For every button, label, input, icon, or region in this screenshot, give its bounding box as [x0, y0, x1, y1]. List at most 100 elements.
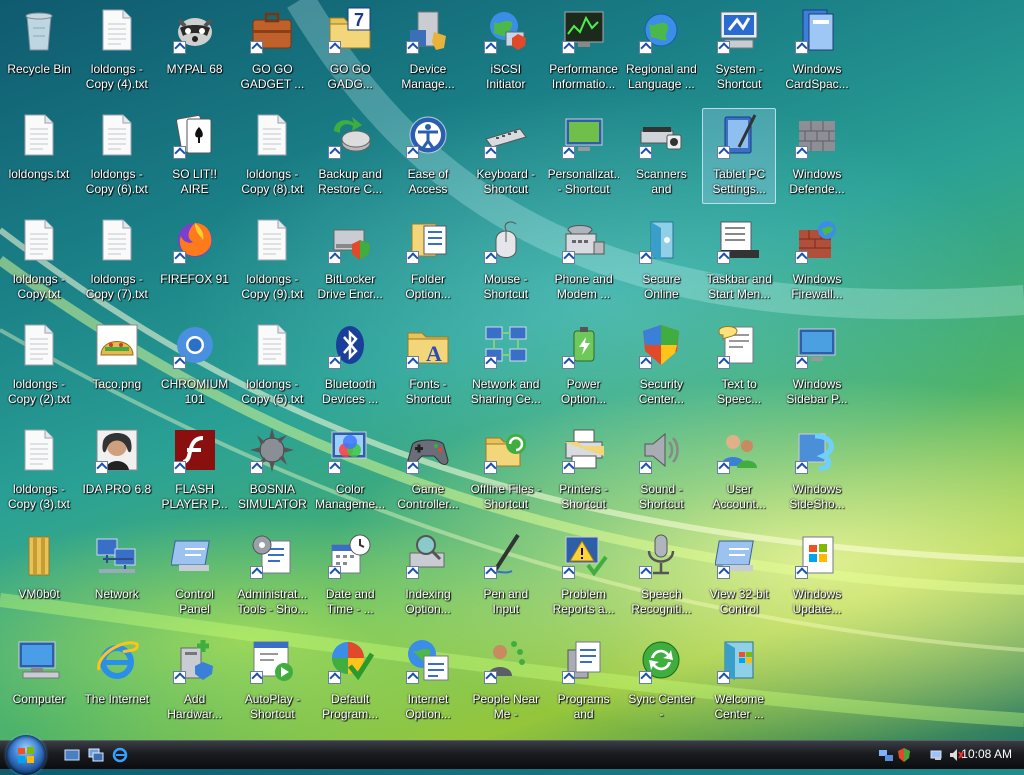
desktop-icon[interactable]: Taco.png [80, 318, 154, 414]
shortcut-arrow-icon [561, 251, 575, 264]
desktop-icon[interactable]: Recycle Bin [2, 3, 76, 99]
desktop-icon[interactable]: loldongs.txt [2, 108, 76, 204]
desktop-icon[interactable]: Problem Reports a... [547, 528, 621, 624]
desktop-icon[interactable]: Control Panel [158, 528, 232, 624]
security-tray-icon[interactable] [896, 747, 912, 763]
desktop-icon[interactable]: Welcome Center ... [702, 633, 776, 729]
desktop[interactable]: Recycle Bin loldongs - Copy (4).txt MYPAL … [0, 0, 1024, 740]
desktop-icon[interactable]: BitLocker Drive Encr... [313, 213, 387, 309]
desktop-icon[interactable]: loldongs - Copy (6).txt [80, 108, 154, 204]
network-tray-icon[interactable] [878, 747, 894, 763]
desktop-icon[interactable]: Windows Defende... [780, 108, 854, 204]
desktop-icon[interactable]: View 32-bit Control Pan... [702, 528, 776, 624]
desktop-icon[interactable]: Power Option... [547, 318, 621, 414]
desktop-icon[interactable]: Sound - Shortcut [624, 423, 698, 519]
desktop-icon[interactable]: Scanners and Cameras - ... [624, 108, 698, 204]
desktop-icon[interactable]: Pen and Input Devices - Sh... [469, 528, 543, 624]
desktop-icon[interactable]: Ease of Access Cent... [391, 108, 465, 204]
desktop-icon[interactable]: Personalizat... - Shortcut [547, 108, 621, 204]
desktop-icon[interactable]: loldongs - Copy.txt [2, 213, 76, 309]
desktop-icon[interactable]: Computer [2, 633, 76, 729]
desktop-icon[interactable]: loldongs - Copy (5).txt [235, 318, 309, 414]
desktop-icon[interactable]: Default Program... [313, 633, 387, 729]
desktop-icon[interactable]: Security Center... [624, 318, 698, 414]
desktop-icon[interactable]: 7 GO GO GADG... [313, 3, 387, 99]
desktop-icon[interactable]: FLASH PLAYER P... [158, 423, 232, 519]
chromium-icon [171, 321, 219, 369]
start-button[interactable] [6, 735, 46, 775]
desktop-icon[interactable]: Windows CardSpac... [780, 3, 854, 99]
desktop-icon[interactable]: AutoPlay - Shortcut [235, 633, 309, 729]
switch-windows-icon[interactable] [88, 747, 104, 763]
desktop-icon[interactable]: Windows Update... [780, 528, 854, 624]
desktop-icon[interactable]: GO GO GADGET ... [235, 3, 309, 99]
desktop-icon-label: Network and Sharing Ce... [470, 377, 541, 406]
shortcut-arrow-icon [717, 461, 731, 474]
desktop-icon[interactable]: loldongs - Copy (7).txt [80, 213, 154, 309]
desktop-icon[interactable]: Add Hardwar... [158, 633, 232, 729]
network-status-icon[interactable] [930, 747, 946, 763]
clock[interactable]: 10:08 AM [961, 747, 1012, 761]
shortcut-arrow-icon [172, 146, 186, 159]
desktop-icon[interactable]: Printers - Shortcut [547, 423, 621, 519]
desktop-icon[interactable]: Programs and Features - S... [547, 633, 621, 729]
desktop-icon[interactable]: Device Manage... [391, 3, 465, 99]
desktop-icon[interactable]: loldongs - Copy (2).txt [2, 318, 76, 414]
desktop-icon[interactable]: Date and Time - ... [313, 528, 387, 624]
desktop-icon[interactable]: Text to Speec... [702, 318, 776, 414]
show-desktop-icon[interactable] [64, 747, 80, 763]
desktop-icon-label: loldongs - Copy.txt [12, 272, 66, 301]
internet-explorer-icon[interactable] [112, 747, 128, 763]
desktop-icon-label: Scanners and Cameras - ... [636, 167, 687, 196]
desktop-icon[interactable]: FIREFOX 91 [158, 213, 232, 309]
desktop-icon[interactable]: Tablet PC Settings... [702, 108, 777, 204]
desktop-icon[interactable]: Color Manageme... [313, 423, 387, 519]
desktop-icon[interactable]: Folder Option... [391, 213, 465, 309]
desktop-icon[interactable]: VM0b0t [2, 528, 76, 624]
desktop-icon[interactable]: Network [80, 528, 154, 624]
desktop-icon[interactable]: Internet Option... [391, 633, 465, 729]
network-sharing-icon [482, 321, 530, 369]
desktop-icon[interactable]: loldongs - Copy (8).txt [235, 108, 309, 204]
desktop-icon[interactable]: The Internet [80, 633, 154, 729]
desktop-icon[interactable]: User Account... [702, 423, 776, 519]
shortcut-arrow-icon [328, 251, 342, 264]
desktop-icon[interactable]: Regional and Language ... [624, 3, 698, 99]
desktop-icon[interactable]: A Fonts - Shortcut [391, 318, 465, 414]
desktop-icon[interactable]: MYPAL 68 [158, 3, 232, 99]
desktop-icon[interactable]: IDA PRO 6.8 [80, 423, 154, 519]
desktop-icon[interactable]: Secure Online Key Backup ... [624, 213, 698, 309]
desktop-icon[interactable]: Sync Center - Shortcut [624, 633, 698, 729]
desktop-icon[interactable]: Keyboard - Shortcut [469, 108, 543, 204]
desktop-icon[interactable]: Mouse - Shortcut [469, 213, 543, 309]
desktop-icon[interactable]: Phone and Modem ... [547, 213, 621, 309]
desktop-icon[interactable]: Game Controller... [391, 423, 465, 519]
desktop-icon-label: Secure Online Key Backup ... [642, 272, 681, 301]
shortcut-arrow-icon [639, 41, 653, 54]
desktop-icon[interactable]: System - Shortcut [702, 3, 776, 99]
desktop-icon[interactable]: loldongs - Copy (3).txt [2, 423, 76, 519]
desktop-icon[interactable]: loldongs - Copy (4).txt [80, 3, 154, 99]
desktop-icon[interactable]: Administrat... Tools - Sho... [235, 528, 309, 624]
desktop-icon[interactable]: Speech Recogniti... [624, 528, 698, 624]
desktop-icon[interactable]: iSCSI Initiator - Shortcut [469, 3, 543, 99]
desktop-icon[interactable]: CHROMIUM 101 [158, 318, 232, 414]
desktop-icon-label: Backup and Restore C... [318, 167, 383, 196]
shortcut-arrow-icon [483, 566, 497, 579]
desktop-icon[interactable]: Offline Files - Shortcut [469, 423, 543, 519]
desktop-icon[interactable]: Indexing Option... [391, 528, 465, 624]
desktop-icon[interactable]: Network and Sharing Ce... [469, 318, 543, 414]
internet-options-icon [404, 636, 452, 684]
desktop-icon[interactable]: Windows Sidebar P... [780, 318, 854, 414]
desktop-icon[interactable]: Taskbar and Start Men... [702, 213, 776, 309]
desktop-icon[interactable]: SO LIT!! AIRE [158, 108, 232, 204]
desktop-icon[interactable]: BOSNIA SIMULATOR [235, 423, 309, 519]
desktop-icon[interactable]: Performance Informatio... [547, 3, 621, 99]
desktop-icon[interactable]: Windows SideSho... [780, 423, 854, 519]
desktop-icon[interactable]: People Near Me - Shortcut [469, 633, 543, 729]
shortcut-arrow-icon [406, 356, 419, 369]
desktop-icon[interactable]: Bluetooth Devices ... [313, 318, 387, 414]
desktop-icon[interactable]: loldongs - Copy (9).txt [235, 213, 309, 309]
desktop-icon[interactable]: Windows Firewall... [780, 213, 854, 309]
desktop-icon[interactable]: Backup and Restore C... [313, 108, 387, 204]
